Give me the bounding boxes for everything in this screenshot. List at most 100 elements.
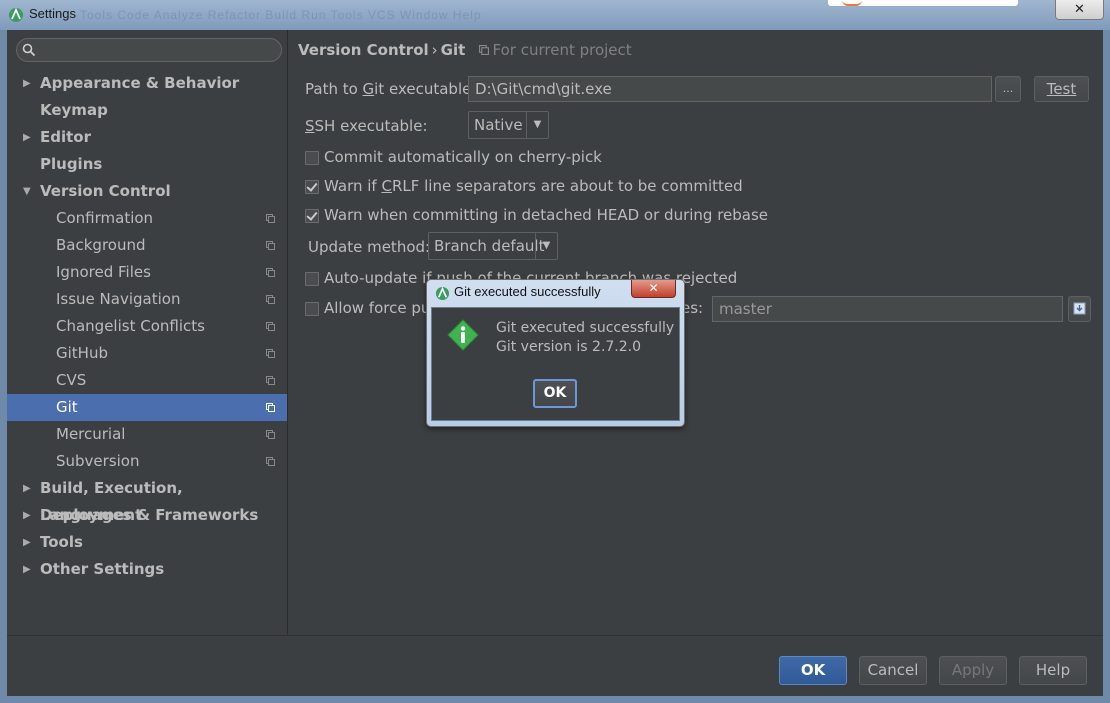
sidebar-item-ignored-files[interactable]: Ignored Files xyxy=(7,259,287,286)
sidebar-item-label: CVS xyxy=(56,371,87,389)
dialog-footer: OK Cancel Apply Help xyxy=(7,635,1103,697)
protected-branches-input[interactable]: master xyxy=(712,296,1063,322)
git-path-label-post: it executable: xyxy=(374,80,477,98)
sidebar-item-version-control[interactable]: ▼ Version Control xyxy=(7,178,287,205)
breadcrumb-separator: › xyxy=(431,41,438,59)
cherry-pick-checkbox[interactable] xyxy=(305,151,319,165)
git-path-input[interactable]: D:\Git\cmd\git.exe xyxy=(468,76,992,102)
android-studio-icon xyxy=(435,286,450,301)
crlf-warning-checkbox[interactable] xyxy=(305,180,319,194)
sidebar-item-label: Languages & Frameworks xyxy=(40,506,259,524)
cancel-button[interactable]: Cancel xyxy=(859,656,927,685)
background-menu-ghost: Tools Code Analyze Refactor Build Run To… xyxy=(80,8,482,22)
sidebar-item-label: Keymap xyxy=(40,101,108,119)
project-scope-icon xyxy=(266,457,275,466)
auto-update-checkbox[interactable] xyxy=(305,272,319,286)
sidebar-item-changelist-conflicts[interactable]: Changelist Conflicts xyxy=(7,313,287,340)
sidebar-item-subversion[interactable]: Subversion xyxy=(7,448,287,475)
crlf-label-mnemonic: C xyxy=(381,177,392,195)
apply-button[interactable]: Apply xyxy=(939,656,1007,685)
sidebar-item-label: Mercurial xyxy=(56,425,126,443)
sidebar-item-github[interactable]: GitHub xyxy=(7,340,287,367)
expand-arrow-icon[interactable]: ▶ xyxy=(23,556,31,583)
sidebar-item-tools[interactable]: ▶ Tools xyxy=(7,529,287,556)
detached-head-checkbox[interactable] xyxy=(305,209,319,223)
sidebar-item-mercurial[interactable]: Mercurial xyxy=(7,421,287,448)
sidebar-item-label: GitHub xyxy=(56,344,108,362)
sidebar-item-label: Version Control xyxy=(40,182,171,200)
expand-arrow-icon[interactable]: ▶ xyxy=(23,502,31,529)
project-scope-icon xyxy=(266,322,275,331)
project-scope-icon xyxy=(266,403,275,412)
breadcrumb-page: Git xyxy=(440,41,466,59)
expand-arrow-icon[interactable]: ▶ xyxy=(23,475,31,502)
chevron-down-icon[interactable]: ▼ xyxy=(526,112,548,138)
background-app-corner xyxy=(828,0,1018,6)
update-method-value: Branch default xyxy=(434,237,545,255)
detached-head-label: Warn when committing in detached HEAD or… xyxy=(324,206,769,224)
sidebar-item-editor[interactable]: ▶ Editor xyxy=(7,124,287,151)
info-icon xyxy=(447,319,479,351)
project-scope-icon xyxy=(266,241,275,250)
sidebar-item-label: Appearance & Behavior xyxy=(40,74,240,92)
breadcrumb-section: Version Control xyxy=(298,41,429,59)
android-studio-icon xyxy=(9,7,23,22)
orange-logo-icon xyxy=(842,0,862,6)
breadcrumb: Version Control › Git For current project xyxy=(298,41,632,59)
update-method-select[interactable]: Branch default ▼ xyxy=(428,232,558,260)
ok-button[interactable]: OK xyxy=(779,656,847,685)
window-titlebar: Settings Tools Code Analyze Refactor Bui… xyxy=(0,0,1110,30)
expand-arrow-icon[interactable]: ▶ xyxy=(23,70,31,97)
sidebar-item-label: Editor xyxy=(40,128,91,146)
collapse-arrow-icon[interactable]: ▼ xyxy=(23,178,31,205)
window-title: Settings xyxy=(29,6,76,21)
crlf-label-post: RLF line separators are about to be comm… xyxy=(391,177,743,195)
git-path-label-pre: Path to xyxy=(305,80,363,98)
crlf-warning-label: Warn if CRLF line separators are about t… xyxy=(324,177,743,195)
search-input[interactable] xyxy=(16,38,282,62)
sidebar-item-other-settings[interactable]: ▶ Other Settings xyxy=(7,556,287,583)
test-button[interactable]: Test xyxy=(1034,76,1089,102)
sidebar-item-label: Plugins xyxy=(40,155,103,173)
sidebar-item-label: Issue Navigation xyxy=(56,290,181,308)
sidebar-item-confirmation[interactable]: Confirmation xyxy=(7,205,287,232)
dialog-close-button[interactable]: ✕ xyxy=(631,280,676,298)
sidebar-item-git[interactable]: Git xyxy=(7,394,287,421)
sidebar-item-label: Subversion xyxy=(56,452,140,470)
expand-field-icon xyxy=(1073,302,1086,315)
window-close-button[interactable]: ✕ xyxy=(1055,0,1104,20)
expand-field-button[interactable] xyxy=(1068,296,1091,322)
sidebar-item-build-execution-deployment[interactable]: ▶ Build, Execution, Deployment xyxy=(7,475,287,524)
sidebar-item-languages-frameworks[interactable]: ▶ Languages & Frameworks xyxy=(7,502,287,529)
ssh-label-post: SH executable: xyxy=(314,117,428,135)
sidebar-item-issue-navigation[interactable]: Issue Navigation xyxy=(7,286,287,313)
sidebar-item-label: Changelist Conflicts xyxy=(56,317,205,335)
sidebar-item-cvs[interactable]: CVS xyxy=(7,367,287,394)
sidebar-item-background[interactable]: Background xyxy=(7,232,287,259)
expand-arrow-icon[interactable]: ▶ xyxy=(23,529,31,556)
dialog-message-line2: Git version is 2.7.2.0 xyxy=(496,339,642,355)
sidebar-item-label: Background xyxy=(56,236,146,254)
sidebar-item-appearance-behavior[interactable]: ▶ Appearance & Behavior xyxy=(7,70,287,97)
project-scope-icon xyxy=(266,349,275,358)
project-scope-icon xyxy=(266,430,275,439)
ssh-executable-value: Native xyxy=(474,116,523,134)
sidebar-item-label: Ignored Files xyxy=(56,263,151,281)
project-scope-icon xyxy=(266,295,275,304)
test-button-label: Test xyxy=(1046,80,1077,98)
browse-button[interactable]: ... xyxy=(995,76,1021,102)
sidebar-item-label: Git xyxy=(56,398,78,416)
help-button[interactable]: Help xyxy=(1019,656,1087,685)
force-push-checkbox[interactable] xyxy=(305,302,319,316)
dialog-ok-button[interactable]: OK xyxy=(533,379,577,408)
expand-arrow-icon[interactable]: ▶ xyxy=(23,124,31,151)
ssh-executable-select[interactable]: Native ▼ xyxy=(468,111,549,139)
project-scope-icon xyxy=(478,45,489,55)
dialog-title: Git executed successfully xyxy=(454,284,601,299)
sidebar-item-keymap[interactable]: Keymap xyxy=(7,97,287,124)
chevron-down-icon[interactable]: ▼ xyxy=(535,233,557,259)
ssh-label-mnemonic: S xyxy=(305,117,315,135)
project-scope-icon xyxy=(266,376,275,385)
sidebar-item-plugins[interactable]: Plugins xyxy=(7,151,287,178)
settings-sidebar: ▶ Appearance & Behavior Keymap ▶ Editor … xyxy=(7,30,288,635)
